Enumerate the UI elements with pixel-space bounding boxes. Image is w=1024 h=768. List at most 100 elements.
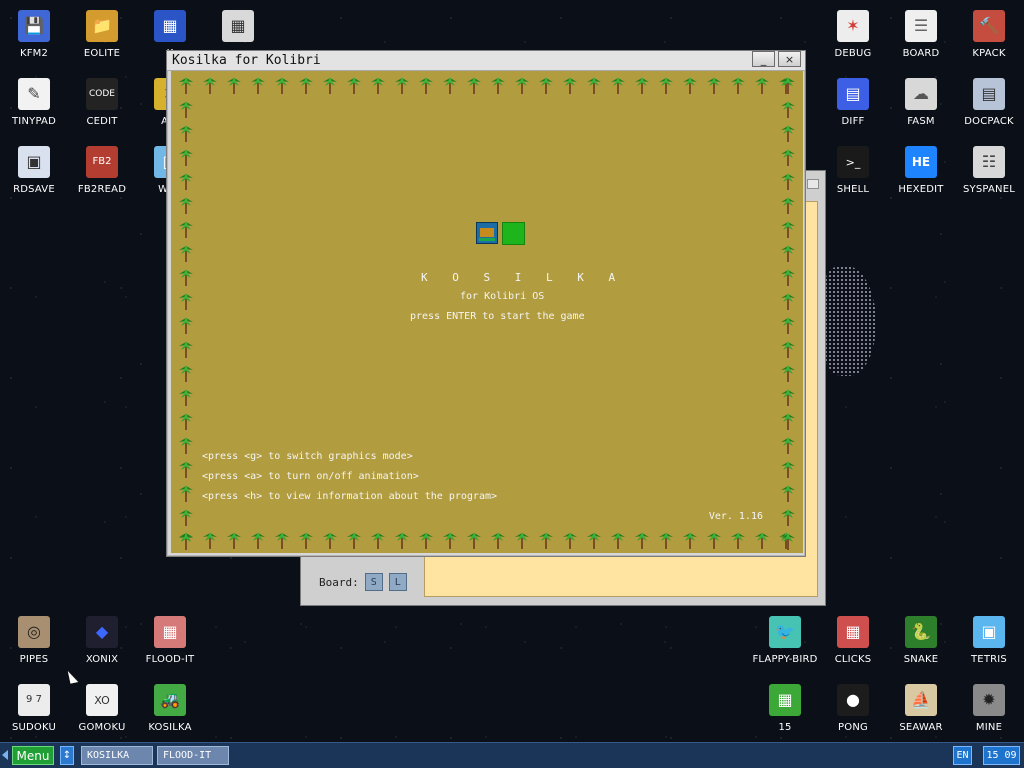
desktop-icon-label: SNAKE <box>903 654 939 665</box>
bug-icon: ✶ <box>837 10 869 42</box>
palm-border-right <box>777 74 799 550</box>
desktop-icon-diff[interactable]: ▤ DIFF <box>819 68 887 132</box>
desktop-icon-sudoku[interactable]: 9 7 SUDOKU <box>0 674 68 738</box>
close-button[interactable]: × <box>778 51 801 67</box>
desktop-icon-cedit[interactable]: CODE CEDIT <box>68 68 136 132</box>
desktop-icon-fasm[interactable]: ☁ FASM <box>887 68 955 132</box>
desktop-icon-syspanel[interactable]: ☷ SYSPANEL <box>955 136 1023 200</box>
palm-tree-icon <box>703 74 725 96</box>
game-subtitle: for Kolibri OS <box>460 291 545 302</box>
flood-it-icon: ▦ <box>154 616 186 648</box>
palm-tree-icon <box>175 458 197 480</box>
palm-tree-icon <box>607 74 629 96</box>
palm-tree-icon <box>175 290 197 312</box>
notepad-icon: ✎ <box>18 78 50 110</box>
palm-tree-icon <box>679 529 701 551</box>
hex-editor-icon: HE <box>905 146 937 178</box>
desktop-icon-eolite[interactable]: 📁 EOLITE <box>68 0 136 64</box>
clock: 15 09 <box>983 746 1020 765</box>
desktop-icon-board[interactable]: ☰ BOARD <box>887 0 955 64</box>
taskbar-item-flood-it[interactable]: FLOOD-IT <box>157 746 229 765</box>
desktop-icon-kfm2[interactable]: 💾 KFM2 <box>0 0 68 64</box>
palm-tree-icon <box>439 529 461 551</box>
desktop-icon-flappy-bird[interactable]: 🐦 FLAPPY-BIRD <box>751 606 819 670</box>
desktop-icon-rdsave[interactable]: ▣ RDSAVE <box>0 136 68 200</box>
desktop-icon-tetris[interactable]: ▣ TETRIS <box>955 606 1023 670</box>
palm-tree-icon <box>247 529 269 551</box>
cloud-icon: ☁ <box>905 78 937 110</box>
desktop-icon-kosilka[interactable]: 🚜 KOSILKA <box>136 674 204 738</box>
desktop-icon-label: GOMOKU <box>78 722 126 733</box>
palm-tree-icon <box>777 362 799 384</box>
calculator-icon: ▦ <box>222 10 254 42</box>
minimize-button[interactable]: _ <box>752 51 775 67</box>
taskbar-left-arrow-icon[interactable] <box>2 750 8 760</box>
palm-tree-icon <box>777 170 799 192</box>
language-indicator[interactable]: EN <box>953 746 972 765</box>
task-switch-button[interactable]: ↕ <box>60 746 74 765</box>
desktop-icon-clicks[interactable]: ▦ CLICKS <box>819 606 887 670</box>
taskbar-item-kosilka[interactable]: KOSILKA <box>81 746 153 765</box>
desktop-icon-xonix[interactable]: ◆ XONIX <box>68 606 136 670</box>
window-titlebar[interactable]: Kosilka for Kolibri _ × <box>167 51 805 71</box>
palm-tree-icon <box>223 529 245 551</box>
version-label: Ver. 1.16 <box>708 511 763 522</box>
desktop-icon-label: XONIX <box>85 654 119 665</box>
palm-tree-icon <box>175 410 197 432</box>
palm-tree-icon <box>777 410 799 432</box>
desktop-icon-seawar[interactable]: ⛵ SEAWAR <box>887 674 955 738</box>
ship-icon: ⛵ <box>905 684 937 716</box>
game-preview-tiles <box>476 222 525 245</box>
palm-tree-icon <box>439 74 461 96</box>
game-canvas[interactable]: K O S I L K A for Kolibri OS press ENTER… <box>171 71 803 553</box>
palm-tree-icon <box>727 529 749 551</box>
menu-button[interactable]: Menu <box>12 746 54 765</box>
palm-tree-icon <box>175 218 197 240</box>
desktop-icon-label: SUDOKU <box>11 722 57 733</box>
desktop-icon-pipes[interactable]: ◎ PIPES <box>0 606 68 670</box>
board-window-close-button[interactable] <box>807 179 819 189</box>
palm-tree-icon <box>343 74 365 96</box>
desktop-icon-hexedit[interactable]: HE HEXEDIT <box>887 136 955 200</box>
board-icon: ☰ <box>905 10 937 42</box>
palm-tree-icon <box>367 529 389 551</box>
desktop-icon-gomoku[interactable]: XO GOMOKU <box>68 674 136 738</box>
desktop-icon-label: FASM <box>907 116 935 127</box>
desktop-icon-label: 15 <box>778 722 792 733</box>
palm-tree-icon <box>583 529 605 551</box>
desktop-icon-tinypad[interactable]: ✎ TINYPAD <box>0 68 68 132</box>
palm-tree-icon <box>777 314 799 336</box>
desktop-icon-pong[interactable]: ● PONG <box>819 674 887 738</box>
desktop-icon-label: KFM2 <box>19 48 49 59</box>
grass-tile <box>502 222 525 245</box>
palm-tree-icon <box>655 74 677 96</box>
palm-tree-icon <box>679 74 701 96</box>
desktop-icon-shell[interactable]: >_ SHELL <box>819 136 887 200</box>
blocks-icon: ▦ <box>837 616 869 648</box>
desktop-icon-fb2read[interactable]: FB2 FB2READ <box>68 136 136 200</box>
desktop-icon-mine[interactable]: ✹ MINE <box>955 674 1023 738</box>
desktop-icon-flood-it[interactable]: ▦ FLOOD-IT <box>136 606 204 670</box>
desktop-icon-kpack[interactable]: 🔨 KPACK <box>955 0 1023 64</box>
palm-tree-icon <box>463 74 485 96</box>
palm-tree-icon <box>655 529 677 551</box>
desktop-icon-15[interactable]: ▦ 15 <box>751 674 819 738</box>
palm-tree-icon <box>777 458 799 480</box>
palm-tree-icon <box>175 98 197 120</box>
palm-tree-icon <box>175 482 197 504</box>
grid-icon: ▦ <box>154 10 186 42</box>
desktop-icon-snake[interactable]: 🐍 SNAKE <box>887 606 955 670</box>
board-button-l[interactable]: L <box>388 573 407 591</box>
palm-tree-icon <box>559 74 581 96</box>
palm-tree-icon <box>777 122 799 144</box>
settings-panel-icon: ☷ <box>973 146 1005 178</box>
palm-tree-icon <box>511 529 533 551</box>
game-title: K O S I L K A <box>421 271 625 284</box>
board-button-s[interactable]: S <box>364 573 383 591</box>
palm-tree-icon <box>391 529 413 551</box>
desktop-icon-debug[interactable]: ✶ DEBUG <box>819 0 887 64</box>
palm-tree-icon <box>175 506 197 528</box>
palm-tree-icon <box>223 74 245 96</box>
palm-tree-icon <box>777 218 799 240</box>
desktop-icon-docpack[interactable]: ▤ DOCPACK <box>955 68 1023 132</box>
